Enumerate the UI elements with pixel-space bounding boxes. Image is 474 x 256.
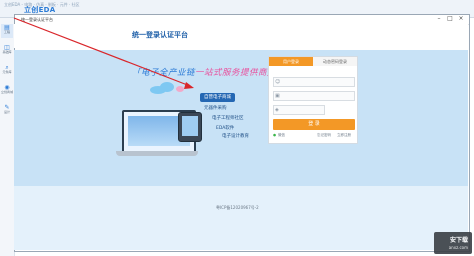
- watermark-bottom: anxz.com: [448, 245, 468, 250]
- lock-icon: ▣: [275, 93, 280, 99]
- slogan: 「电子全产业链一站式服务提供商」: [132, 66, 276, 78]
- password-field[interactable]: ▣: [273, 91, 355, 101]
- register-link[interactable]: 立即注册: [337, 133, 351, 138]
- slogan-right: 一站式服务提供商」: [195, 68, 277, 78]
- forgot-password-link[interactable]: 忘记密码: [317, 133, 331, 138]
- shield-icon: ◈: [275, 107, 279, 113]
- wechat-icon[interactable]: ●: [273, 133, 276, 137]
- slogan-left: 「电子全产业链: [132, 68, 196, 78]
- maximize-button[interactable]: □: [446, 16, 454, 22]
- icp-license: 粤ICP备12020967号-2: [216, 205, 259, 210]
- flow-item-community: 电子工程师社区: [212, 116, 244, 121]
- tab-user-login[interactable]: 用户登录: [269, 57, 313, 66]
- page-footer-area: [14, 186, 468, 250]
- cloud-shape: [160, 82, 174, 92]
- minimize-button[interactable]: –: [435, 16, 443, 22]
- sidebar-item-label: 元件库: [2, 70, 12, 74]
- flow-item-store: 自营电子商城: [200, 93, 235, 102]
- tab-dynamic-password[interactable]: 动态密码登录: [313, 57, 357, 66]
- sidebar-item-label: 工程: [3, 30, 10, 34]
- sidebar-item-design[interactable]: ✎ 设计: [1, 104, 13, 118]
- sidebar-item-store[interactable]: ◉ 立创商城: [1, 84, 13, 98]
- close-button[interactable]: ×: [457, 16, 465, 22]
- dialog-title: 统一登录认证平台: [21, 17, 53, 22]
- flow-item-components: 元器件采购: [204, 106, 227, 111]
- page-title: 统一登录认证平台: [132, 31, 188, 39]
- user-icon: ☺: [275, 79, 281, 85]
- cloud-shape: [176, 86, 184, 92]
- login-button[interactable]: 登 录: [273, 119, 355, 130]
- sidebar-item-label: 设计: [3, 110, 10, 114]
- username-field[interactable]: ☺: [273, 77, 355, 87]
- sidebar-item-label: 立创商城: [1, 90, 14, 94]
- sidebar-item-component-library[interactable]: ⌕ 元件库: [1, 64, 13, 78]
- site-watermark: 安下载 anxz.com: [434, 232, 472, 254]
- sidebar-item-label: 基础库: [2, 50, 12, 54]
- left-sidebar: ▤ 工程 ◫ 基础库 ⌕ 元件库 ◉ 立创商城 ✎ 设计: [0, 18, 15, 256]
- page-header: 统一登录认证平台: [14, 24, 468, 48]
- flow-item-education: 电子设计教育: [222, 134, 249, 139]
- sidebar-item-basic-library[interactable]: ◫ 基础库: [1, 44, 13, 58]
- login-card: 用户登录 动态密码登录 ☺ ▣ ◈ 登 录 ● 微信 忘记密码 立即注册: [268, 56, 358, 144]
- captcha-field[interactable]: ◈: [273, 105, 325, 115]
- watermark-top: 安下载: [449, 237, 468, 244]
- tablet-illustration: [178, 112, 202, 142]
- sidebar-item-project[interactable]: ▤ 工程: [1, 24, 13, 38]
- wechat-login-link[interactable]: 微信: [278, 133, 285, 138]
